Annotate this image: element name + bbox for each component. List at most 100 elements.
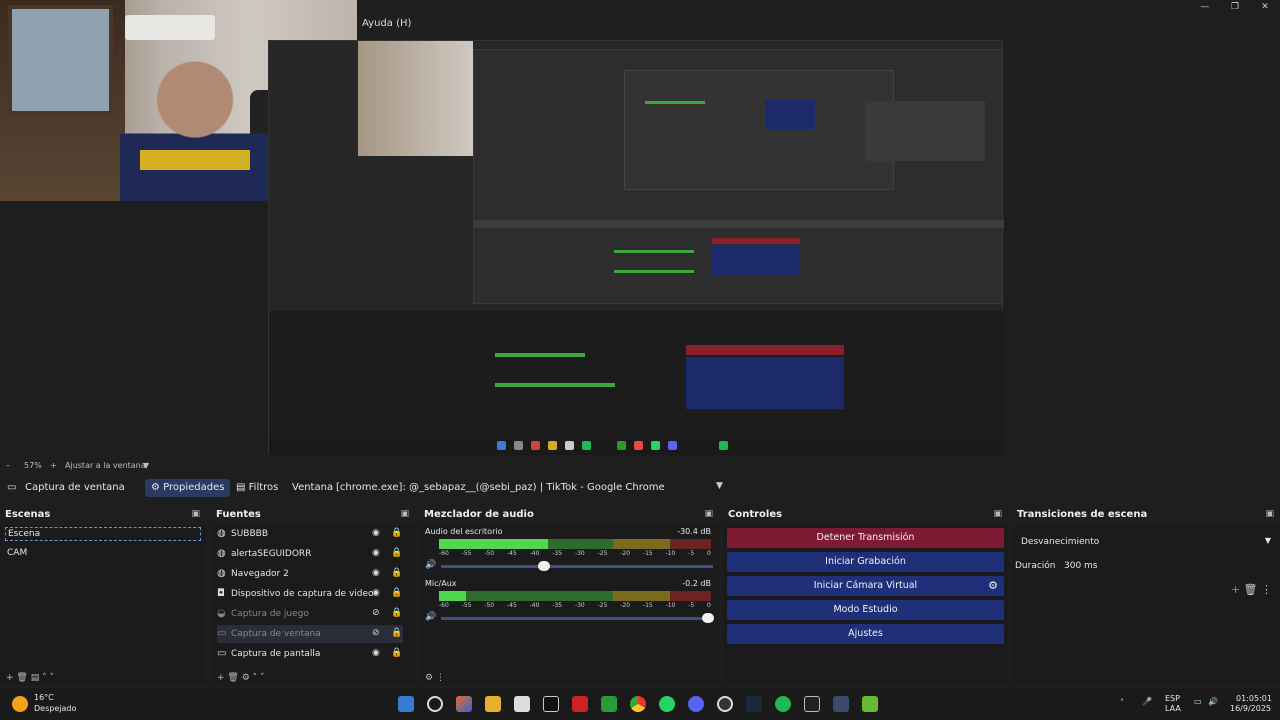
duration-input[interactable]: 300 ms <box>1064 561 1098 571</box>
controls-dock: Controles ▣ Detener Transmisión Iniciar … <box>723 505 1008 685</box>
window-select[interactable]: [chrome.exe]: @_sebapaz__(@sebi_paz) | T… <box>336 482 665 493</box>
source-item-window-capture[interactable]: ▭ Captura de ventana ⊘ 🔒 <box>217 625 403 643</box>
virtual-camera-button[interactable]: Iniciar Cámara Virtual ⚙ <box>727 576 1004 596</box>
source-item-video-capture[interactable]: ◘ Dispositivo de captura de video ◉ 🔒 <box>217 585 403 603</box>
start-recording-button[interactable]: Iniciar Grabación <box>727 552 1004 572</box>
close-button[interactable]: ✕ <box>1250 0 1280 14</box>
more-icon[interactable]: ⋮ <box>436 673 445 683</box>
preview-canvas[interactable] <box>268 40 1004 455</box>
spotify-icon[interactable] <box>775 696 791 712</box>
chevron-down-icon[interactable]: ˅ <box>49 673 54 683</box>
preview-mirror-stop-button <box>686 345 844 355</box>
zoom-plus[interactable]: + <box>50 461 57 470</box>
speaker-icon[interactable]: 🔊 <box>425 612 436 622</box>
source-item-subbbb[interactable]: ◍ SUBBBB ◉ 🔒 <box>217 525 403 543</box>
gear-icon[interactable]: ⚙ <box>425 673 436 683</box>
lock-icon[interactable]: 🔒 <box>391 528 402 538</box>
transition-select[interactable]: Desvanecimiento ▼ <box>1017 533 1275 551</box>
window-select-chevron-icon[interactable]: ▼ <box>716 481 723 491</box>
studio-mode-button[interactable]: Modo Estudio <box>727 600 1004 620</box>
chevron-up-icon[interactable]: ˄ <box>1120 698 1124 707</box>
dock-undock-icon[interactable]: ▣ <box>191 509 200 519</box>
clock-date[interactable]: 16/9/2025 <box>1230 704 1271 713</box>
eye-icon[interactable]: ◉ <box>372 568 380 578</box>
eye-icon[interactable]: ◉ <box>372 648 380 658</box>
trash-icon[interactable]: 🗑 <box>16 673 30 683</box>
steam-icon[interactable] <box>746 696 762 712</box>
meter-level <box>439 539 548 549</box>
lock-icon[interactable]: 🔒 <box>391 548 402 558</box>
dock-undock-icon[interactable]: ▣ <box>400 509 409 519</box>
capcut-2-icon[interactable] <box>804 696 820 712</box>
add-scene-icon[interactable]: + <box>6 673 16 683</box>
dock-undock-icon[interactable]: ▣ <box>993 509 1002 519</box>
xbox-icon[interactable] <box>601 696 617 712</box>
microphone-icon[interactable]: 🎤 <box>1142 697 1152 706</box>
eye-icon[interactable]: ◉ <box>372 548 380 558</box>
scene-item-escena[interactable]: Escena <box>5 527 201 541</box>
language-1[interactable]: ESP <box>1165 694 1180 703</box>
steam-2-icon[interactable] <box>833 696 849 712</box>
trash-icon[interactable]: 🗑 <box>1244 583 1261 596</box>
source-item-navegador-2[interactable]: ◍ Navegador 2 ◉ 🔒 <box>217 565 403 583</box>
monitor-icon[interactable]: ▭ <box>1194 697 1202 706</box>
volume-slider[interactable] <box>441 613 714 623</box>
minimize-button[interactable]: — <box>1190 0 1220 14</box>
filters-button[interactable]: ▤ Filtros <box>230 479 284 497</box>
capcut-icon[interactable] <box>543 696 559 712</box>
language-2[interactable]: LAA <box>1165 704 1181 713</box>
chevron-up-icon[interactable]: ˄ <box>253 673 260 683</box>
properties-button[interactable]: ⚙ Propiedades <box>145 479 231 497</box>
gear-icon[interactable]: ⚙ <box>242 673 253 683</box>
lock-icon[interactable]: 🔒 <box>391 588 402 598</box>
volume-icon[interactable]: 🔊 <box>1208 697 1218 706</box>
windows-start-icon[interactable] <box>398 696 414 712</box>
meter-tick-label: -25 <box>597 550 608 557</box>
dock-undock-icon[interactable]: ▣ <box>1265 509 1274 519</box>
scene-item-cam[interactable]: CAM <box>5 547 201 561</box>
meter-ticks: -60 -55 -50 -45 -40 -35 -30 -25 -20 -15 -10 -5 0 <box>439 602 711 609</box>
stop-stream-button[interactable]: Detener Transmisión <box>727 528 1004 548</box>
store-icon[interactable] <box>514 696 530 712</box>
whatsapp-icon[interactable] <box>659 696 675 712</box>
source-item-game-capture[interactable]: ◒ Captura de juego ⊘ 🔒 <box>217 605 403 623</box>
copilot-icon[interactable] <box>456 696 472 712</box>
lock-icon[interactable]: 🔒 <box>391 568 402 578</box>
eye-hidden-icon[interactable]: ⊘ <box>372 608 380 618</box>
trash-icon[interactable]: 🗑 <box>227 673 241 683</box>
discord-icon[interactable] <box>688 696 704 712</box>
minecraft-icon[interactable] <box>862 696 878 712</box>
add-transition-icon[interactable]: + <box>1231 583 1244 596</box>
zoom-level[interactable]: 57% <box>24 461 42 470</box>
dock-undock-icon[interactable]: ▣ <box>704 509 713 519</box>
volume-slider[interactable] <box>441 561 713 571</box>
slider-knob[interactable] <box>701 613 714 623</box>
slider-knob[interactable] <box>538 561 551 571</box>
chevron-down-icon[interactable]: ▼ <box>143 461 149 470</box>
gear-icon[interactable]: ⚙ <box>988 576 998 596</box>
obs-icon[interactable] <box>717 696 733 712</box>
source-item-alerta-seguidor[interactable]: ◍ alertaSEGUIDORR ◉ 🔒 <box>217 545 403 563</box>
lock-icon[interactable]: 🔒 <box>391 628 402 638</box>
eye-icon[interactable]: ◉ <box>372 528 380 538</box>
maximize-button[interactable]: ❐ <box>1220 0 1250 14</box>
eye-hidden-icon[interactable]: ⊘ <box>372 628 380 638</box>
fit-to-window-button[interactable]: Ajustar a la ventana <box>65 461 146 470</box>
settings-button[interactable]: Ajustes <box>727 624 1004 644</box>
chrome-icon[interactable] <box>630 696 646 712</box>
red-app-icon[interactable] <box>572 696 588 712</box>
filter-icon[interactable]: ▤ <box>31 673 42 683</box>
lock-icon[interactable]: 🔒 <box>391 608 402 618</box>
lock-icon[interactable]: 🔒 <box>391 648 402 658</box>
speaker-icon[interactable]: 🔊 <box>425 560 436 570</box>
eye-icon[interactable]: ◉ <box>372 588 380 598</box>
clock-time[interactable]: 01:05:01 <box>1236 694 1272 703</box>
zoom-minus[interactable]: – <box>6 461 10 470</box>
more-icon[interactable]: ⋮ <box>1261 583 1272 596</box>
chevron-down-icon[interactable]: ˅ <box>260 673 265 683</box>
folder-icon[interactable] <box>485 696 501 712</box>
add-source-icon[interactable]: + <box>217 673 227 683</box>
source-item-screen-capture[interactable]: ▭ Captura de pantalla ◉ 🔒 <box>217 645 403 663</box>
search-icon[interactable] <box>427 696 443 712</box>
window-title[interactable]: Ayuda (H) <box>362 18 411 29</box>
